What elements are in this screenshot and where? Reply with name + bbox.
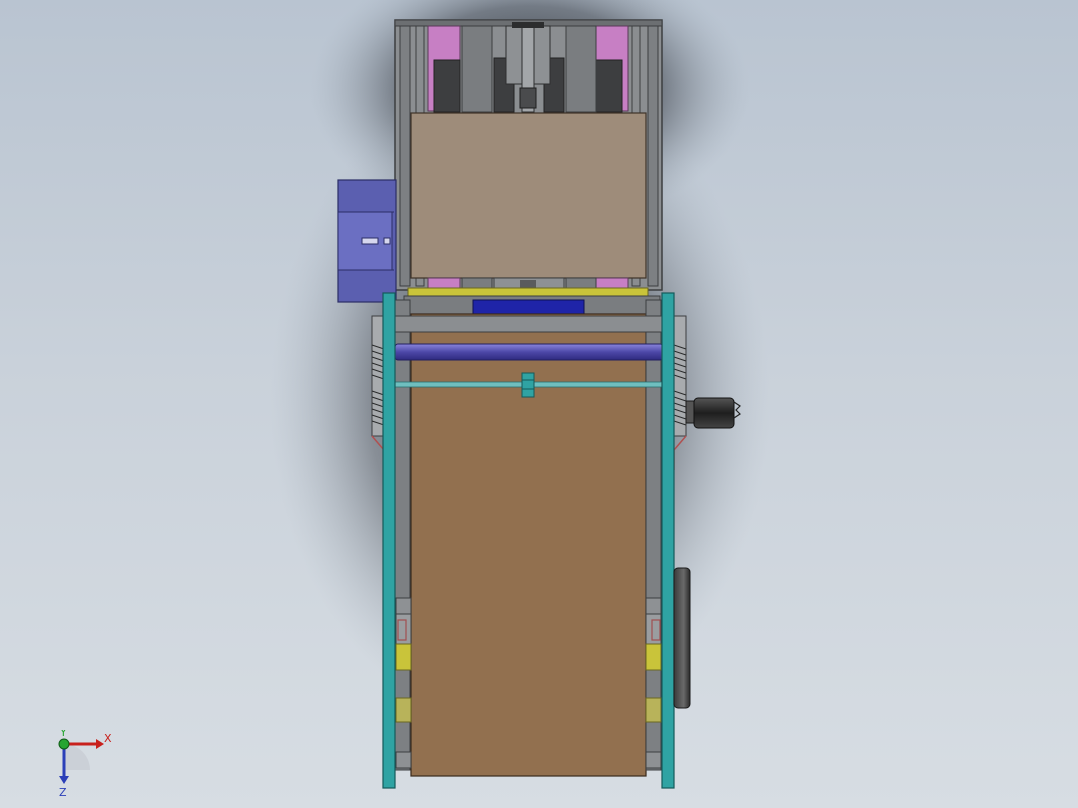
right-teal-rail[interactable] xyxy=(661,292,675,789)
purple-roller[interactable] xyxy=(394,343,664,361)
blue-clamp-block[interactable] xyxy=(472,299,585,316)
cross-beam xyxy=(394,315,664,333)
x-axis-label: X xyxy=(104,732,112,745)
left-blue-motor[interactable] xyxy=(337,179,397,303)
shaft-coupling[interactable] xyxy=(521,372,535,398)
yellow-guide-strip xyxy=(407,287,649,297)
cad-graphics-viewport[interactable]: X Y Z xyxy=(0,0,1078,808)
right-black-motor[interactable] xyxy=(685,397,741,429)
right-side-frame xyxy=(645,299,662,771)
top-plate[interactable] xyxy=(410,112,647,279)
left-side-frame xyxy=(394,299,412,771)
y-axis-label: Y xyxy=(59,730,67,739)
machine-model-view[interactable] xyxy=(0,0,1078,808)
left-teal-rail[interactable] xyxy=(382,292,396,789)
right-drive-wheel[interactable] xyxy=(673,567,691,709)
triad-arc xyxy=(64,744,90,770)
orientation-triad[interactable]: X Y Z xyxy=(50,730,170,800)
y-axis-dot xyxy=(58,738,70,750)
x-axis-arrowhead xyxy=(96,739,104,749)
z-axis-arrowhead xyxy=(59,776,69,784)
z-axis-label: Z xyxy=(59,786,67,799)
